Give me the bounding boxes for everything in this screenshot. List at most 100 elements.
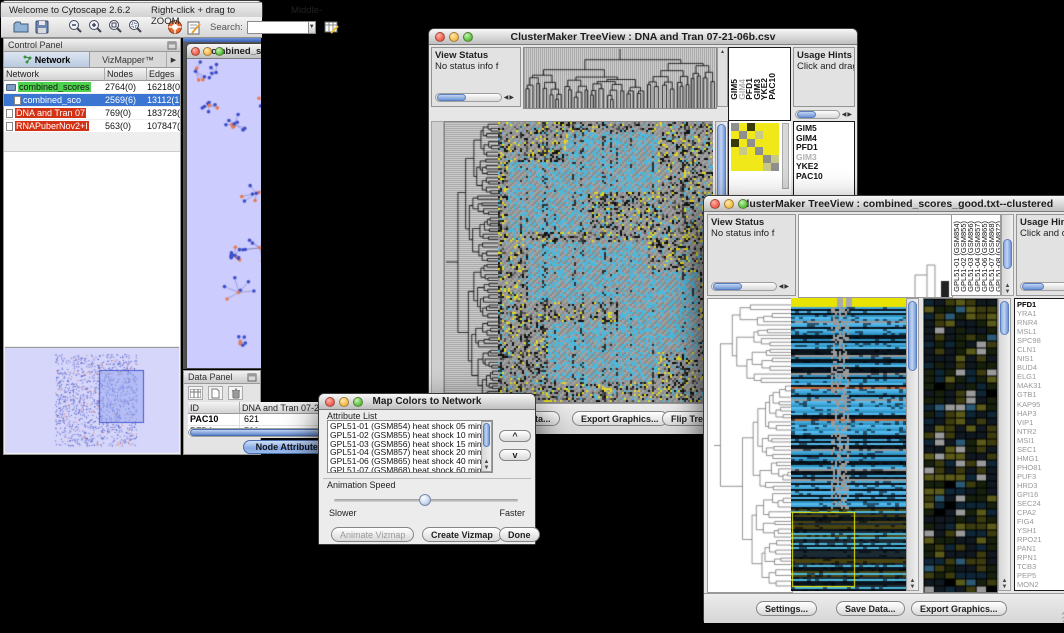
gene-label[interactable]: CPA2 [1015, 508, 1064, 517]
settings-button[interactable]: Settings... [756, 601, 817, 616]
usage-hints-scrollbar[interactable] [1020, 281, 1064, 291]
zoom-out-icon[interactable] [67, 18, 83, 36]
move-down-button[interactable]: v [499, 449, 531, 461]
gene-label[interactable]: PHO81 [1015, 463, 1064, 472]
save-data-button[interactable]: Save Data... [836, 601, 905, 616]
zoom-selected-icon[interactable] [127, 18, 143, 36]
global-heatmap-canvas[interactable] [791, 298, 906, 591]
zoom-button[interactable] [463, 32, 473, 42]
network-table-row[interactable]: DNA and Tran 07769(0)183728(0) [4, 107, 180, 120]
gene-label[interactable]: HAP3 [1015, 409, 1064, 418]
submatrix-scroll-strip[interactable] [782, 123, 789, 189]
gene-label[interactable]: RNR4 [1015, 318, 1064, 327]
create-vizmap-button[interactable]: Create Vizmap [422, 527, 502, 542]
scroll-up-down-icons[interactable]: ▲▼ [482, 459, 491, 471]
gene-label[interactable]: GTB1 [1015, 390, 1064, 399]
scroll-up-down-icons[interactable]: ▲▼ [907, 578, 918, 590]
gene-label[interactable]: HRD3 [1015, 481, 1064, 490]
gene-label[interactable]: KAP95 [1015, 400, 1064, 409]
float-panel-icon[interactable] [247, 373, 257, 384]
gene-label[interactable]: MAK31 [1015, 381, 1064, 390]
gene-label[interactable]: YSH1 [1015, 526, 1064, 535]
gene-label[interactable]: PAC10 [794, 172, 854, 182]
gene-label[interactable]: HMG1 [1015, 454, 1064, 463]
dialog-titlebar[interactable]: Map Colors to Network [319, 394, 535, 410]
gene-label[interactable]: MON2 [1015, 580, 1064, 589]
delete-attribute-trash-icon[interactable] [228, 386, 243, 400]
row-dendrogram-canvas[interactable] [707, 298, 793, 593]
network-table-row[interactable]: combined_scores2764(0)16218(0) [4, 81, 180, 94]
tab-vizmapper[interactable]: VizMapper™ [90, 52, 166, 67]
gene-label[interactable]: MSL1 [1015, 327, 1064, 336]
column-dendrogram-canvas[interactable] [523, 47, 717, 109]
zoom-fit-icon[interactable] [107, 18, 123, 36]
zoom-vscrollbar[interactable]: ▲▼ [998, 298, 1011, 591]
gene-label[interactable]: RPN1 [1015, 553, 1064, 562]
treeview-dna-titlebar[interactable]: ClusterMaker TreeView : DNA and Tran 07-… [429, 29, 857, 45]
treeview-scores-titlebar[interactable]: ClusterMaker TreeView : combined_scores_… [704, 196, 1064, 212]
gene-label[interactable]: GPI16 [1015, 490, 1064, 499]
close-button[interactable] [191, 47, 200, 56]
animate-vizmap-button[interactable]: Animate Vizmap [331, 527, 414, 542]
usage-hints-scrollbar[interactable]: ◀▶ [795, 109, 853, 119]
gene-label[interactable]: SEC1 [1015, 445, 1064, 454]
gene-label-list[interactable]: PFD1YRA1RNR4MSL1SPC98CLN1NIS1BUD4ELG1MAK… [1014, 298, 1064, 591]
export-graphics-button[interactable]: Export Graphics... [911, 601, 1007, 616]
close-button[interactable] [325, 397, 335, 407]
attribute-list-scrollbar[interactable]: ▲▼ [481, 421, 492, 472]
view-status-scrollbar[interactable]: ◀▶ [435, 92, 515, 102]
float-panel-icon[interactable] [167, 41, 177, 52]
column-labels-scrollbar[interactable]: ▲▼ [1001, 214, 1014, 296]
zoom-button[interactable] [215, 47, 224, 56]
gene-label[interactable]: CLN1 [1015, 345, 1064, 354]
new-attribute-icon[interactable] [208, 386, 223, 400]
gene-label[interactable]: ELG1 [1015, 372, 1064, 381]
gene-label[interactable]: PAN1 [1015, 544, 1064, 553]
global-heatmap-canvas[interactable] [498, 121, 713, 403]
scroll-up-down-icons[interactable]: ▲▼ [1002, 283, 1013, 295]
birdseye-canvas[interactable] [5, 348, 179, 452]
network-table-row[interactable]: combined_sco2569(6)13112(15) [4, 94, 180, 107]
dendrogram-scroll-strip[interactable]: ▴ [717, 47, 728, 107]
close-button[interactable] [435, 32, 445, 42]
view-status-scrollbar[interactable]: ◀▶ [711, 281, 790, 291]
heatmap-vscrollbar[interactable]: ▲▼ [906, 298, 919, 591]
scroll-left-right-icons[interactable]: ◀▶ [502, 94, 515, 101]
gene-label[interactable]: PEP5 [1015, 571, 1064, 580]
tab-network[interactable]: Network [4, 52, 90, 67]
minimize-button[interactable] [449, 32, 459, 42]
attribute-browser-icon[interactable] [324, 18, 340, 36]
scroll-left-right-icons[interactable]: ◀▶ [840, 111, 853, 118]
column-label[interactable]: PAC10 [769, 73, 777, 100]
column-dendrogram-canvas[interactable] [798, 214, 953, 298]
gene-label[interactable]: PFD1 [1015, 300, 1064, 309]
gene-label[interactable]: PUF3 [1015, 472, 1064, 481]
minimize-button[interactable] [724, 199, 734, 209]
gene-label[interactable]: SPC98 [1015, 336, 1064, 345]
close-button[interactable] [710, 199, 720, 209]
minimize-button[interactable] [203, 47, 212, 56]
row-dendrogram-canvas[interactable] [444, 121, 500, 403]
column-labels-panel[interactable]: GPL51-01 (GSM854)GPL51-02 (GSM855)GPL51-… [951, 214, 1001, 296]
network-canvas[interactable] [187, 59, 261, 368]
gene-label[interactable]: NTR2 [1015, 427, 1064, 436]
gene-label[interactable]: SEC24 [1015, 499, 1064, 508]
minimize-button[interactable] [339, 397, 349, 407]
scroll-left-right-icons[interactable]: ◀▶ [777, 283, 790, 290]
attr-col-id[interactable]: ID [188, 402, 240, 414]
col-header-edges[interactable]: Edges [147, 68, 180, 81]
move-up-button[interactable]: ^ [499, 430, 531, 442]
zoom-button[interactable] [353, 397, 363, 407]
column-labels-panel[interactable]: GIM5GIM4PFD1GIM3YKE2PAC10 [728, 47, 791, 121]
gene-label[interactable]: YRA1 [1015, 309, 1064, 318]
gene-label[interactable]: MSI1 [1015, 436, 1064, 445]
gene-label[interactable]: BUD4 [1015, 363, 1064, 372]
scroll-up-down-icons[interactable]: ▲▼ [999, 578, 1010, 590]
tab-overflow-icon[interactable]: ▶ [166, 52, 180, 67]
attribute-list-item[interactable]: GPL51-07 (GSM868) heat shock 60 min [330, 466, 490, 473]
search-dropdown-icon[interactable]: ▼ [309, 21, 316, 34]
gene-label[interactable]: VIP1 [1015, 418, 1064, 427]
zoom-heatmap-canvas[interactable] [923, 298, 998, 593]
done-button[interactable]: Done [499, 527, 540, 542]
col-header-nodes[interactable]: Nodes [105, 68, 147, 81]
